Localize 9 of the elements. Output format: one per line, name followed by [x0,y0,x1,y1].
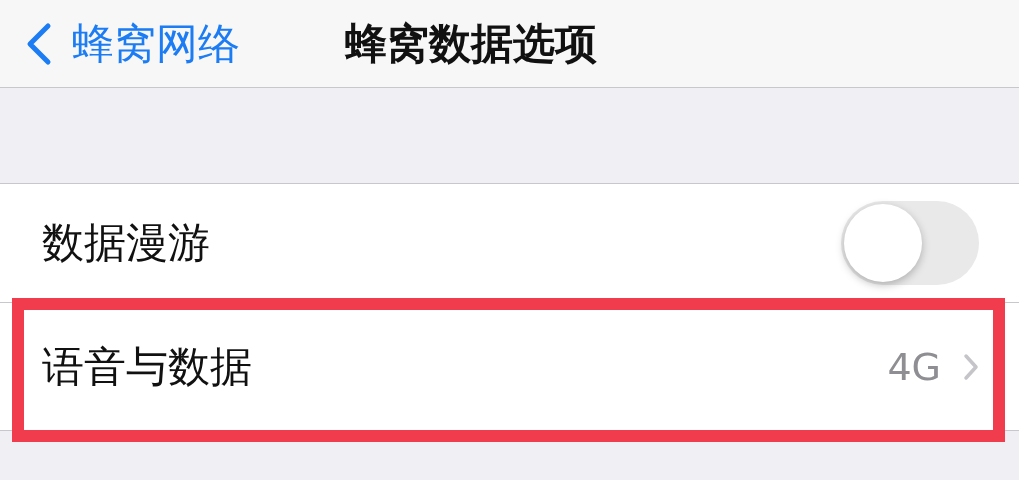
toggle-switch[interactable] [841,201,979,285]
settings-row[interactable]: 数据漫游 [0,184,1019,302]
row-value: 4G [887,344,941,389]
chevron-icon [963,352,979,381]
screen-title: 蜂窝数据选项 [345,17,597,70]
row-label: 数据漫游 [42,217,211,269]
back-button[interactable]: 蜂窝网络 [0,15,240,72]
row-label: 语音与数据 [42,340,253,393]
settings-row[interactable]: 语音与数据 4G [0,302,1019,430]
